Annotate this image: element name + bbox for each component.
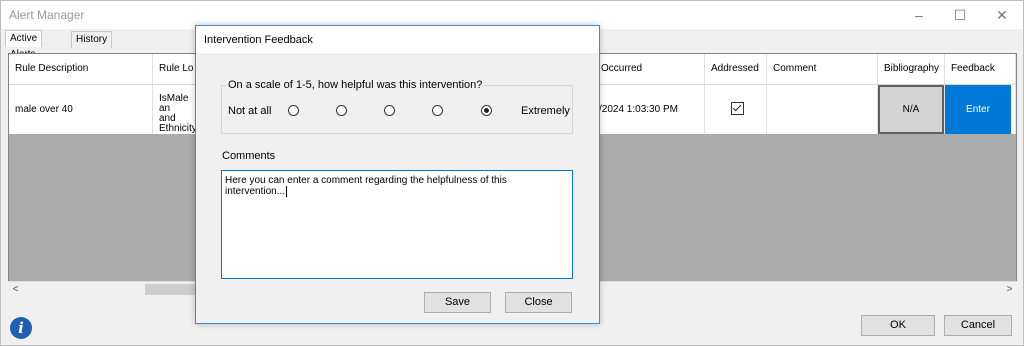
scroll-left-icon[interactable]: < <box>8 282 23 297</box>
rating-radio-4[interactable] <box>432 105 443 116</box>
rating-radio-3[interactable] <box>384 105 395 116</box>
comments-label: Comments <box>222 150 276 162</box>
minimize-button[interactable]: – <box>904 5 934 25</box>
scroll-thumb[interactable] <box>145 284 199 295</box>
header-rule-description[interactable]: Rule Description <box>9 54 153 84</box>
rating-high-label: Extremely <box>521 105 570 117</box>
header-occurred[interactable]: Occurred <box>595 54 705 84</box>
close-window-button[interactable]: ✕ <box>987 5 1017 25</box>
header-rule-logic[interactable]: Rule Lo <box>153 54 197 84</box>
header-addressed[interactable]: Addressed <box>705 54 767 84</box>
cell-comment[interactable] <box>767 85 878 134</box>
addressed-checkbox[interactable] <box>731 102 744 115</box>
ok-button[interactable]: OK <box>861 315 935 336</box>
rule-logic-line: IsMale an <box>159 93 189 114</box>
save-button[interactable]: Save <box>424 292 491 313</box>
rating-question: On a scale of 1-5, how helpful was this … <box>226 79 485 91</box>
rule-logic-line: Ethnicity_ <box>159 123 203 134</box>
rating-low-label: Not at all <box>228 105 272 117</box>
header-bibliography[interactable]: Bibliography <box>878 54 945 84</box>
header-feedback[interactable]: Feedback <box>945 54 1016 84</box>
rating-radio-1[interactable] <box>288 105 299 116</box>
cell-rule-logic: IsMale an and Ethnicity_ <box>153 85 203 134</box>
cell-bibliography: N/A <box>878 85 945 134</box>
cell-occurred: /2024 1:03:30 PM <box>595 85 705 134</box>
intervention-feedback-dialog: Intervention Feedback On a scale of 1-5,… <box>195 25 600 324</box>
cell-rule-description: male over 40 <box>9 85 153 134</box>
dialog-title: Intervention Feedback <box>204 34 313 46</box>
rating-radio-2[interactable] <box>336 105 347 116</box>
rating-radio-5[interactable] <box>481 105 492 116</box>
cancel-button[interactable]: Cancel <box>944 315 1012 336</box>
window-title: Alert Manager <box>9 8 85 22</box>
text-caret <box>286 186 288 197</box>
comments-text: Here you can enter a comment regarding t… <box>225 175 507 198</box>
scroll-right-icon[interactable]: > <box>1002 282 1017 297</box>
comments-textarea[interactable]: Here you can enter a comment regarding t… <box>221 170 573 279</box>
tab-history[interactable]: History <box>71 31 113 48</box>
bibliography-button[interactable]: N/A <box>878 85 944 134</box>
info-icon[interactable]: i <box>10 317 32 339</box>
cell-addressed <box>705 85 767 134</box>
header-comment[interactable]: Comment <box>767 54 878 84</box>
maximize-button[interactable]: ☐ <box>945 5 975 25</box>
cell-feedback: Enter <box>945 85 1016 134</box>
dialog-title-bar: Intervention Feedback <box>196 26 599 53</box>
close-dialog-button[interactable]: Close <box>505 292 572 313</box>
enter-feedback-button[interactable]: Enter <box>945 85 1011 134</box>
tab-active-alerts[interactable]: Active Alerts <box>5 30 43 60</box>
